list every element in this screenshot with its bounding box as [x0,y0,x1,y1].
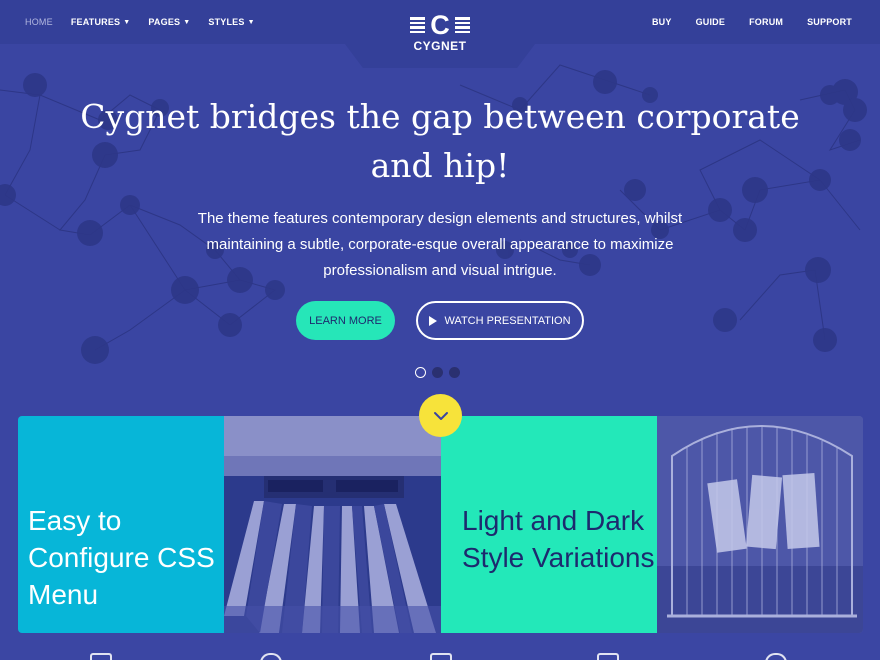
logo-name: CYGNET [413,39,467,53]
scroll-down-button[interactable] [419,394,462,437]
main-nav-left: HOME FEATURES ▼ PAGES ▼ STYLES ▼ [25,0,273,44]
nav-buy[interactable]: BUY [652,17,672,27]
logo-mark-icon: C [400,10,480,40]
nav-features-label: FEATURES [70,17,121,27]
birdcage-photo [657,416,863,633]
nav-pages-label: PAGES [148,17,181,27]
nav-home[interactable]: HOME [25,17,53,27]
nav-support[interactable]: SUPPORT [807,17,852,27]
nav-forum[interactable]: FORUM [749,17,783,27]
tile-style-variations-text: Light and Dark Style Variations [462,505,655,573]
tile-css-menu-text: Easy to Configure CSS Menu [28,505,215,610]
chevron-down-icon: ▼ [123,18,131,26]
chevron-down-icon [433,411,448,420]
nav-styles-label: STYLES [208,17,245,27]
nav-guide[interactable]: GUIDE [696,17,726,27]
watch-presentation-label: WATCH PRESENTATION [444,314,571,327]
hero-title: Cygnet bridges the gap between corporate… [80,97,800,185]
tile-birdcage-image[interactable] [657,416,863,633]
feature-tiles: Easy to Configure CSS Menu Light and Dar… [18,416,863,633]
learn-more-button[interactable]: LEARN MORE [296,301,395,340]
tile-css-menu[interactable]: Easy to Configure CSS Menu [18,416,224,633]
chevron-down-icon: ▼ [183,18,191,26]
feature-icon-4 [597,653,619,660]
logo-letter: C [430,10,450,40]
main-nav-right: BUY GUIDE FORUM SUPPORT [628,0,852,44]
tile-escalator-image[interactable] [224,416,441,633]
nav-home-label: HOME [25,17,53,27]
escalator-photo [224,416,441,633]
watch-presentation-button[interactable]: WATCH PRESENTATION [416,301,584,340]
tile-style-variations[interactable]: Light and Dark Style Variations [441,416,657,633]
play-icon [429,315,438,326]
nav-features[interactable]: FEATURES ▼ [71,17,131,27]
site-logo[interactable]: C CYGNET [400,12,480,56]
chevron-down-icon: ▼ [247,18,255,26]
feature-icon-3 [430,653,452,660]
slide-dot-3[interactable] [449,367,460,378]
hero-subtitle: The theme features contemporary design e… [197,210,683,279]
slider-pagination [415,367,466,378]
nav-styles[interactable]: STYLES ▼ [208,17,254,27]
slide-dot-1[interactable] [415,367,426,378]
nav-pages[interactable]: PAGES ▼ [148,17,190,27]
monitor-icon [90,653,112,660]
slide-dot-2[interactable] [432,367,443,378]
